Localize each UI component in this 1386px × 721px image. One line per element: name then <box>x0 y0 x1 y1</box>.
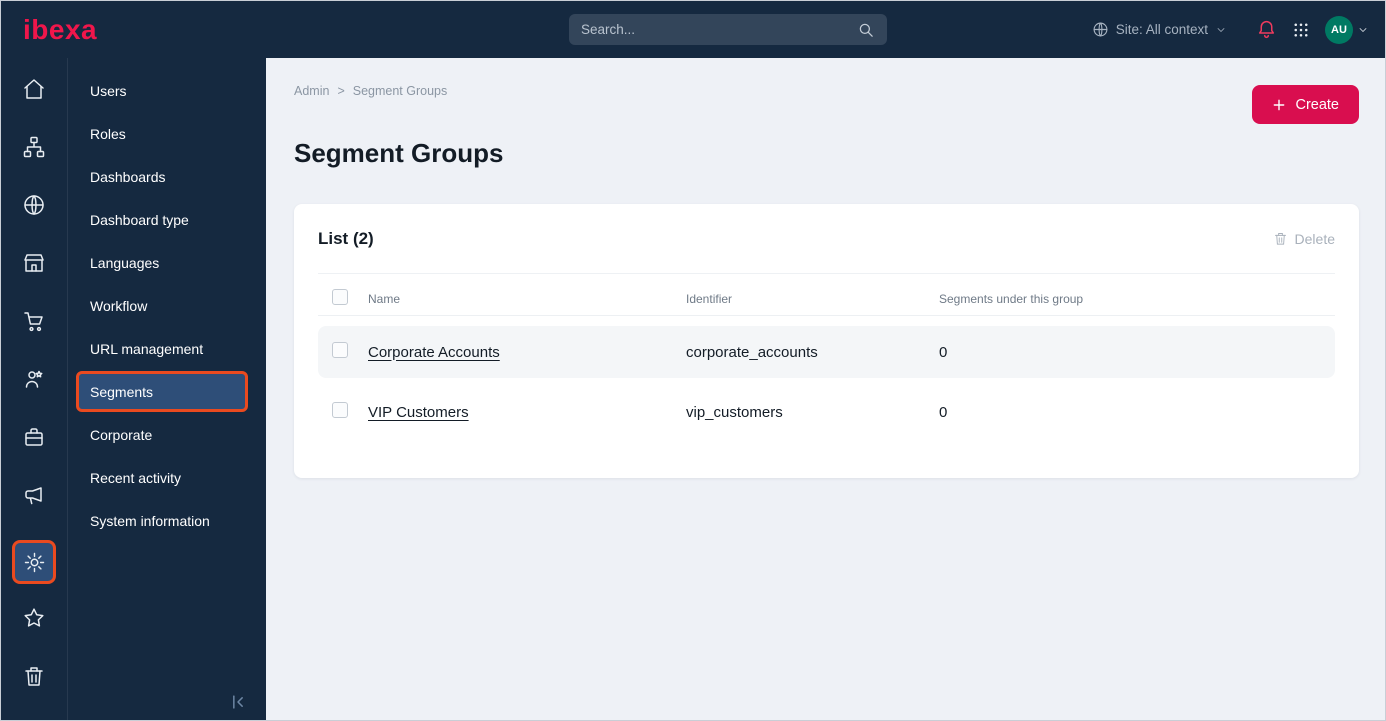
column-header-name: Name <box>368 291 401 306</box>
sidebar-item-workflow[interactable]: Workflow <box>68 284 266 327</box>
topbar: ibexa Site: All context <box>1 1 1385 58</box>
breadcrumb-separator: > <box>337 84 345 98</box>
site-context-label: Site: All context <box>1115 22 1208 37</box>
table-header-row: Name Identifier Segments under this grou… <box>318 282 1335 316</box>
create-button[interactable]: Create <box>1252 85 1359 124</box>
table-row: Corporate Accounts corporate_accounts 0 <box>318 326 1335 378</box>
delete-button[interactable]: Delete <box>1273 231 1335 247</box>
column-header-identifier: Identifier <box>686 291 733 306</box>
table-row: VIP Customers vip_customers 0 <box>318 386 1335 438</box>
segment-groups-list-card: List (2) Delete Name Identifier Segments… <box>294 204 1359 478</box>
column-header-segments: Segments under this group <box>939 291 1084 306</box>
storefront-icon[interactable] <box>14 243 54 283</box>
cart-icon[interactable] <box>14 301 54 341</box>
plus-icon <box>1272 98 1286 112</box>
notifications-bell-icon[interactable] <box>1256 19 1277 40</box>
sidebar-item-segments[interactable]: Segments <box>76 371 248 412</box>
products-icon[interactable] <box>14 417 54 457</box>
sidebar-item-system-information[interactable]: System information <box>68 499 266 542</box>
sidebar-item-corporate[interactable]: Corporate <box>68 413 266 456</box>
customers-icon[interactable] <box>14 359 54 399</box>
site-context-selector[interactable]: Site: All context <box>1092 21 1227 38</box>
topbar-right-group: Site: All context AU <box>1092 1 1369 58</box>
list-card-header: List (2) Delete <box>318 204 1335 274</box>
breadcrumb: Admin > Segment Groups <box>294 84 447 98</box>
row-identifier: corporate_accounts <box>686 343 818 361</box>
search-bar[interactable] <box>569 14 887 45</box>
admin-sidebar: Users Roles Dashboards Dashboard type La… <box>68 58 266 720</box>
row-identifier: vip_customers <box>686 403 783 421</box>
sidebar-item-url-management[interactable]: URL management <box>68 327 266 370</box>
sidebar-item-users[interactable]: Users <box>68 69 266 112</box>
megaphone-icon[interactable] <box>14 475 54 515</box>
site-globe-icon[interactable] <box>14 185 54 225</box>
trash-icon <box>1273 231 1288 246</box>
collapse-sidebar-icon[interactable] <box>228 692 248 712</box>
list-title: List (2) <box>318 228 374 248</box>
segment-group-link[interactable]: VIP Customers <box>368 404 469 421</box>
avatar[interactable]: AU <box>1325 15 1353 44</box>
user-menu[interactable]: AU <box>1325 15 1369 44</box>
chevron-down-icon <box>1357 24 1369 36</box>
main-content: Admin > Segment Groups Create Segment Gr… <box>266 58 1385 720</box>
ibexa-admin-screen: ibexa Site: All context <box>0 0 1386 721</box>
app-switcher-icon[interactable] <box>1292 21 1310 39</box>
trash-icon[interactable] <box>14 656 54 696</box>
icon-sidebar <box>1 58 68 720</box>
sidebar-item-languages[interactable]: Languages <box>68 241 266 284</box>
page-title: Segment Groups <box>294 138 504 168</box>
segment-group-link[interactable]: Corporate Accounts <box>368 344 500 361</box>
home-icon[interactable] <box>14 69 54 109</box>
favorites-star-icon[interactable] <box>14 598 54 638</box>
sidebar-item-recent-activity[interactable]: Recent activity <box>68 456 266 499</box>
settings-gear-icon[interactable] <box>12 540 56 584</box>
row-segments-count: 0 <box>939 343 948 361</box>
breadcrumb-item-admin[interactable]: Admin <box>294 84 329 98</box>
search-icon[interactable] <box>857 21 875 39</box>
chevron-down-icon <box>1215 24 1227 36</box>
row-checkbox[interactable] <box>332 402 348 418</box>
sidebar-item-roles[interactable]: Roles <box>68 112 266 155</box>
ibexa-logo[interactable]: ibexa <box>23 15 97 44</box>
select-all-checkbox[interactable] <box>332 289 348 305</box>
sidebar-item-dashboards[interactable]: Dashboards <box>68 155 266 198</box>
sidebar-item-dashboard-type[interactable]: Dashboard type <box>68 198 266 241</box>
globe-icon <box>1092 21 1109 38</box>
icon-sidebar-bottom-group <box>12 540 56 714</box>
row-segments-count: 0 <box>939 403 948 421</box>
breadcrumb-item-segment-groups: Segment Groups <box>352 84 448 98</box>
search-input[interactable] <box>581 22 857 37</box>
row-checkbox[interactable] <box>332 342 348 358</box>
content-structure-icon[interactable] <box>14 127 54 167</box>
